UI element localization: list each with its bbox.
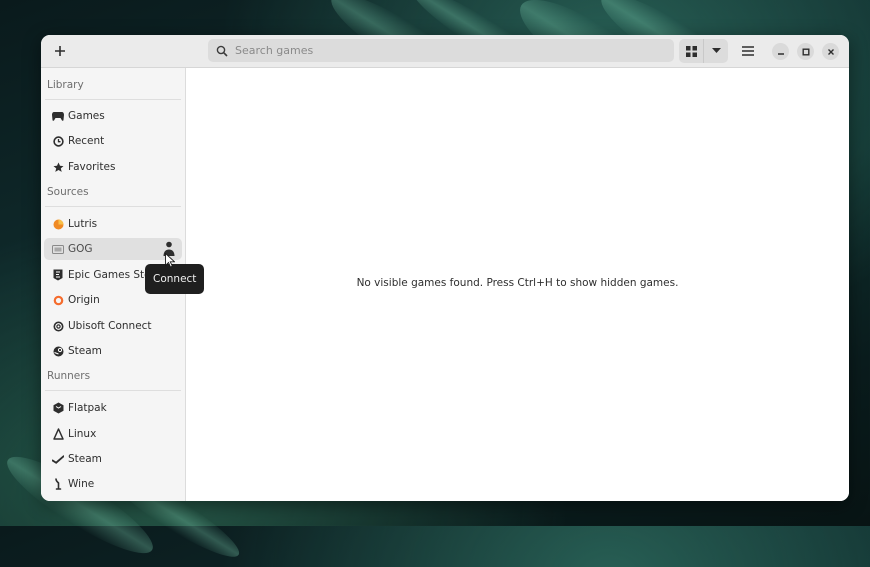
sidebar-item-label: GOG — [68, 243, 93, 255]
sidebar-item-label: Recent — [68, 135, 105, 147]
sidebar-item-steam-source[interactable]: Steam — [44, 340, 182, 362]
sidebar-item-ubisoft-connect[interactable]: Ubisoft Connect — [44, 315, 182, 337]
chevron-down-icon — [711, 48, 721, 53]
sidebar-item-games[interactable]: Games — [44, 105, 182, 127]
section-divider — [45, 390, 181, 391]
sidebar-item-favorites[interactable]: Favorites — [44, 156, 182, 178]
section-divider — [45, 99, 181, 100]
header-bar — [41, 35, 849, 68]
main-menu-button[interactable] — [735, 39, 761, 63]
maximize-button[interactable] — [797, 43, 814, 60]
sidebar-item-label: Steam — [68, 345, 102, 357]
grid-view-icon — [685, 45, 697, 57]
maximize-icon — [802, 48, 809, 55]
steam-runner-icon — [52, 453, 64, 465]
section-label-library: Library — [47, 79, 84, 91]
search-bar[interactable] — [208, 39, 674, 62]
plus-icon — [55, 46, 65, 56]
sidebar-item-label: Linux — [68, 428, 97, 440]
origin-icon — [52, 294, 64, 306]
lutris-icon — [52, 218, 64, 230]
search-input[interactable] — [233, 43, 637, 58]
view-options-dropdown[interactable] — [704, 39, 728, 63]
games-content-area: No visible games found. Press Ctrl+H to … — [186, 68, 849, 501]
sidebar-item-lutris[interactable]: Lutris — [44, 213, 182, 235]
close-icon — [827, 48, 834, 55]
sidebar-item-label: Steam — [68, 453, 102, 465]
mouse-pointer-icon — [165, 253, 175, 268]
empty-state-message: No visible games found. Press Ctrl+H to … — [356, 277, 679, 289]
sidebar-item-wine[interactable]: Wine — [44, 473, 182, 495]
view-toggle-group — [679, 39, 728, 63]
wine-icon — [52, 478, 64, 490]
sidebar-item-label: Ubisoft Connect — [68, 320, 152, 332]
steam-icon — [52, 345, 64, 357]
search-icon — [215, 44, 229, 58]
sidebar-item-linux[interactable]: Linux — [44, 423, 182, 445]
grid-view-button[interactable] — [679, 39, 704, 63]
gog-icon — [52, 243, 64, 255]
tooltip-text: Connect — [153, 273, 197, 285]
ubisoft-icon — [52, 320, 64, 332]
flatpak-icon — [52, 402, 64, 414]
sidebar-item-label: Lutris — [68, 218, 98, 230]
section-divider — [45, 206, 181, 207]
connect-tooltip: Connect — [145, 264, 205, 294]
minimize-icon — [777, 52, 784, 55]
sidebar-item-label: Favorites — [68, 161, 116, 173]
sidebar-item-label: Games — [68, 110, 105, 122]
gamepad-icon — [52, 110, 64, 122]
sidebar-item-flatpak[interactable]: Flatpak — [44, 397, 182, 419]
sidebar-item-label: Origin — [68, 294, 100, 306]
sidebar-item-steam-runner[interactable]: Steam — [44, 448, 182, 470]
sidebar-item-label: Wine — [68, 478, 95, 490]
sidebar-item-gog[interactable]: GOG — [44, 238, 182, 260]
section-label-sources: Sources — [47, 186, 89, 198]
sidebar-item-label: Flatpak — [68, 402, 107, 414]
section-label-runners: Runners — [47, 370, 91, 382]
epic-games-icon — [52, 269, 64, 281]
close-button[interactable] — [822, 43, 839, 60]
minimize-button[interactable] — [772, 43, 789, 60]
star-icon — [52, 161, 64, 173]
sidebar-item-recent[interactable]: Recent — [44, 130, 182, 152]
hamburger-menu-icon — [742, 46, 754, 56]
linux-icon — [52, 428, 64, 440]
clock-icon — [52, 135, 64, 147]
add-game-button[interactable] — [47, 39, 73, 63]
